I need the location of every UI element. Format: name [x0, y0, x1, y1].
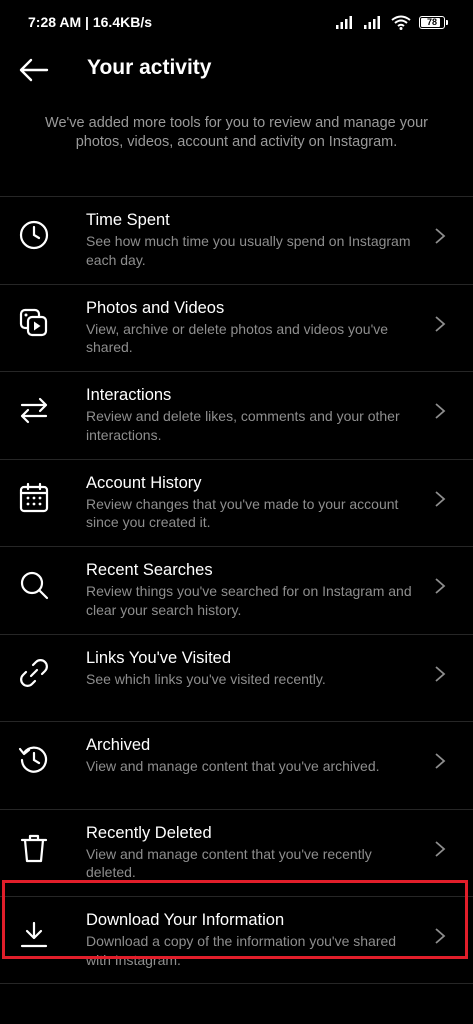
list-item-recently-deleted[interactable]: Recently Deleted View and manage content… — [0, 808, 473, 897]
item-title: Recently Deleted — [86, 823, 212, 842]
signal-icon — [336, 16, 352, 29]
battery-icon: 78 — [419, 15, 448, 29]
item-title: Archived — [86, 736, 151, 754]
battery-level: 78 — [426, 17, 437, 27]
chevron-right-icon — [435, 840, 446, 857]
item-title: Download Your Information — [86, 911, 285, 929]
archive-history-icon — [18, 746, 48, 773]
list-item-recent-searches[interactable]: Recent Searches Review things you've sea… — [0, 546, 473, 634]
link-icon — [20, 658, 48, 687]
intro-text: We've added more tools for you to review… — [45, 115, 428, 150]
list-item-links-visited[interactable]: Links You've Visited See which links you… — [0, 633, 473, 722]
item-title: Links You've Visited — [86, 648, 232, 667]
download-icon — [20, 921, 48, 948]
wifi-icon — [391, 15, 411, 30]
header: Your activity — [0, 44, 473, 96]
item-description: Review and delete likes, comments and yo… — [86, 408, 400, 443]
item-title: Recent Searches — [86, 561, 213, 579]
chevron-right-icon — [435, 228, 446, 244]
signal-icon-2 — [364, 16, 380, 29]
item-description: View and manage content that you've rece… — [86, 845, 372, 881]
trash-icon — [20, 834, 48, 862]
status-time-speed: 7:28 AM | 16.4KB/s — [28, 14, 153, 30]
list-item-time-spent[interactable]: Time Spent See how much time you usually… — [0, 196, 473, 284]
list-item-archived[interactable]: Archived View and manage content that yo… — [0, 721, 473, 809]
back-arrow-icon — [19, 58, 49, 82]
clock-icon — [19, 220, 49, 250]
activity-list: Time Spent See how much time you usually… — [0, 196, 473, 984]
item-title: Interactions — [86, 386, 172, 404]
item-title: Photos and Videos — [86, 298, 225, 317]
chevron-right-icon — [435, 665, 446, 682]
chevron-right-icon — [435, 753, 446, 769]
back-button[interactable] — [18, 56, 50, 84]
item-description: See which links you've visited recently. — [86, 670, 326, 687]
item-description: View and manage content that you've arch… — [86, 758, 380, 774]
list-item-interactions[interactable]: Interactions Review and delete likes, co… — [0, 371, 473, 459]
chevron-right-icon — [435, 578, 446, 594]
chevron-right-icon — [435, 315, 446, 332]
item-description: Download a copy of the information you'v… — [86, 933, 397, 968]
page-title: Your activity — [87, 56, 212, 79]
status-icons: 78 — [335, 15, 448, 30]
chevron-right-icon — [435, 490, 446, 507]
chevron-right-icon — [435, 928, 446, 944]
list-item-account-history[interactable]: Account History Review changes that you'… — [0, 458, 473, 547]
item-title: Account History — [86, 473, 202, 492]
photos-videos-icon — [19, 308, 48, 336]
item-description: Review changes that you've made to your … — [86, 495, 399, 531]
list-item-photos-and-videos[interactable]: Photos and Videos View, archive or delet… — [0, 283, 473, 372]
item-description: View, archive or delete photos and video… — [86, 320, 389, 356]
item-title: Time Spent — [86, 211, 170, 229]
status-bar: 7:28 AM | 16.4KB/s 78 — [0, 0, 473, 44]
calendar-icon — [19, 482, 49, 512]
list-item-download-information[interactable]: Download Your Information Download a cop… — [0, 896, 473, 984]
search-icon — [20, 571, 49, 600]
item-description: Review things you've searched for on Ins… — [86, 583, 412, 618]
chevron-right-icon — [435, 403, 446, 419]
interactions-arrows-icon — [20, 397, 48, 424]
item-description: See how much time you usually spend on I… — [86, 233, 411, 268]
